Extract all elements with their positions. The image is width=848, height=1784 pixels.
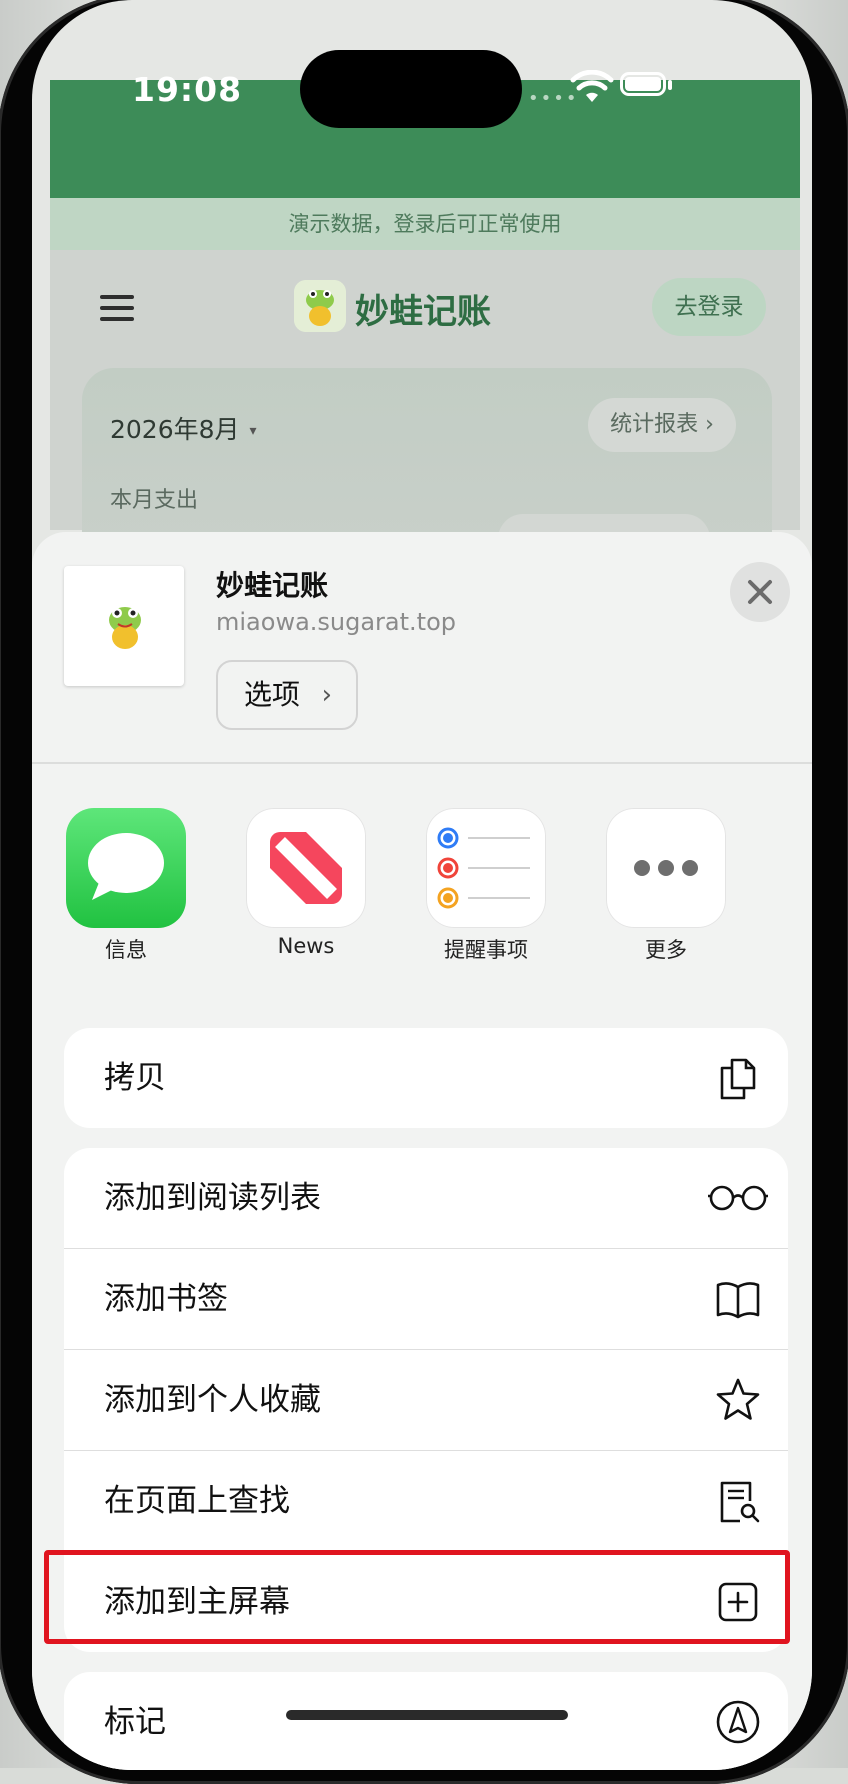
battery-tip bbox=[668, 80, 672, 90]
options-button[interactable]: 选项 › bbox=[216, 660, 358, 730]
monthly-expense-label: 本月支出 bbox=[110, 488, 199, 513]
action-add-reading-list[interactable]: 添加到阅读列表 bbox=[64, 1148, 788, 1249]
chevron-right-icon: › bbox=[321, 680, 332, 710]
action-label: 添加到个人收藏 bbox=[104, 1382, 321, 1418]
action-label: 拷贝 bbox=[104, 1060, 166, 1096]
more-icon bbox=[606, 808, 726, 928]
messages-icon bbox=[66, 808, 186, 928]
app-title: 妙蛙记账 bbox=[355, 292, 491, 332]
share-app-label: News bbox=[277, 934, 335, 958]
action-copy[interactable]: 拷贝 bbox=[64, 1028, 788, 1128]
action-add-bookmark[interactable]: 添加书签 bbox=[64, 1249, 788, 1350]
share-apps-row: 信息 News 提醒事项 更多 bbox=[32, 808, 812, 978]
divider bbox=[32, 762, 812, 764]
close-button[interactable] bbox=[730, 562, 790, 622]
phone-frame: 19:08 •••• 演示数据，登录后可正常使用 妙蛙记账 去登录 2026年8… bbox=[0, 0, 848, 1784]
action-add-favorites[interactable]: 添加到个人收藏 bbox=[64, 1350, 788, 1451]
options-label: 选项 bbox=[244, 678, 301, 711]
frog-thumbnail-icon bbox=[109, 607, 141, 649]
frog-logo-icon bbox=[294, 280, 346, 332]
demo-banner: 演示数据，登录后可正常使用 bbox=[50, 198, 800, 250]
book-icon bbox=[716, 1282, 760, 1319]
close-icon bbox=[748, 580, 772, 604]
caret-down-icon: ▾ bbox=[249, 423, 257, 439]
site-thumbnail bbox=[64, 566, 184, 686]
markup-icon bbox=[716, 1700, 760, 1744]
action-label: 标记 bbox=[104, 1704, 166, 1740]
share-app-label: 提醒事项 bbox=[444, 938, 528, 962]
action-label: 添加到阅读列表 bbox=[104, 1180, 321, 1216]
find-on-page-icon bbox=[720, 1481, 760, 1523]
action-find-on-page[interactable]: 在页面上查找 bbox=[64, 1451, 788, 1552]
action-label: 在页面上查找 bbox=[104, 1483, 290, 1519]
copy-group: 拷贝 bbox=[64, 1028, 788, 1128]
hamburger-menu-icon[interactable] bbox=[100, 295, 134, 321]
share-url: miaowa.sugarat.top bbox=[216, 608, 456, 636]
share-app-news[interactable]: News bbox=[246, 808, 366, 958]
share-app-label: 信息 bbox=[105, 938, 147, 962]
share-app-more[interactable]: 更多 bbox=[606, 808, 726, 964]
dynamic-island bbox=[300, 50, 522, 128]
home-indicator bbox=[286, 1710, 568, 1720]
markup-group: 标记 bbox=[64, 1672, 788, 1770]
news-icon bbox=[246, 808, 366, 928]
wifi-icon bbox=[570, 70, 614, 102]
report-button[interactable]: 统计报表 › bbox=[588, 398, 736, 452]
copy-icon bbox=[720, 1058, 756, 1100]
battery-icon bbox=[620, 72, 666, 96]
highlight-box bbox=[44, 1550, 790, 1644]
share-app-reminders[interactable]: 提醒事项 bbox=[426, 808, 546, 964]
share-title: 妙蛙记账 bbox=[216, 569, 329, 602]
share-app-label: 更多 bbox=[645, 938, 687, 962]
screen: 19:08 •••• 演示数据，登录后可正常使用 妙蛙记账 去登录 2026年8… bbox=[32, 0, 812, 1770]
month-label: 2026年8月 bbox=[110, 415, 240, 444]
star-icon bbox=[716, 1378, 760, 1420]
reminders-icon bbox=[426, 808, 546, 928]
month-selector[interactable]: 2026年8月 ▾ bbox=[110, 410, 257, 446]
action-markup[interactable]: 标记 bbox=[64, 1672, 788, 1770]
share-app-messages[interactable]: 信息 bbox=[66, 808, 186, 964]
status-time: 19:08 bbox=[132, 70, 243, 109]
login-button[interactable]: 去登录 bbox=[652, 278, 766, 336]
glasses-icon bbox=[708, 1185, 768, 1211]
action-label: 添加书签 bbox=[104, 1281, 228, 1317]
